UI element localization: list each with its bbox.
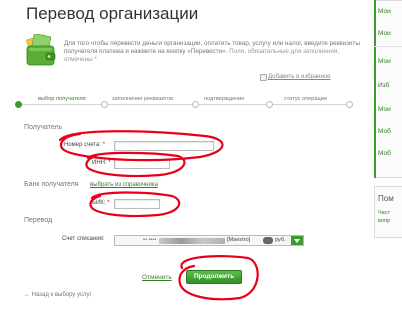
wallet-icon — [26, 34, 56, 66]
redacted-balance — [263, 237, 273, 244]
bik-input[interactable] — [114, 199, 160, 209]
sidebar-link-5[interactable]: Мои — [378, 106, 391, 113]
continue-button[interactable]: Продолжить — [186, 270, 242, 284]
intro-text: Для того чтобы перевести деньги организа… — [64, 40, 364, 64]
blurred-account-number — [159, 238, 225, 244]
step-label-4: статус операции — [284, 96, 327, 102]
required-star: * — [108, 160, 111, 166]
account-number-label-text: Номер счета: — [64, 142, 102, 148]
add-to-favorites-link[interactable]: Добавить в избранное — [268, 74, 330, 80]
main-content: Перевод организации Для того чтобы перев… — [0, 0, 370, 320]
bik-label-text: БИК: — [92, 200, 106, 206]
inn-input[interactable] — [114, 159, 170, 169]
sidebar-link-7[interactable]: Моб — [378, 150, 391, 157]
step-dot-end — [346, 101, 353, 108]
sidebar-link-1[interactable]: Мои — [378, 8, 391, 15]
account-number-label: Номер счета: * — [64, 142, 105, 148]
transfer-section-title: Перевод — [24, 217, 53, 224]
account-number-input[interactable] — [114, 141, 214, 151]
back-to-services-link[interactable]: ← Назад к выбору услуг — [24, 292, 92, 298]
sidebar-accent-bar — [374, 0, 376, 178]
step-label-2: заполнение реквизитов — [112, 96, 174, 102]
progress-line — [18, 104, 350, 105]
step-label-3: подтверждение — [204, 96, 245, 102]
sidebar-link-2[interactable]: Мои — [378, 30, 391, 37]
sidebar-divider — [374, 46, 402, 47]
inn-label-text: ИНН: — [92, 160, 107, 166]
account-mask: •• •••• — [143, 237, 157, 243]
sidebar-link-3[interactable]: Мои — [378, 58, 391, 65]
step-dot-1 — [15, 101, 22, 108]
favorite-icon — [260, 74, 267, 81]
required-star: * — [102, 142, 106, 148]
page-title: Перевод организации — [26, 4, 199, 23]
debit-account-select[interactable]: •• •••• [Maestro] руб. — [114, 235, 304, 246]
chevron-down-icon[interactable] — [291, 236, 303, 245]
right-sidebar: Мои Мои Мои Изб Мои Моб Моб Пом Част воп… — [372, 0, 402, 320]
help-title: Пом — [378, 194, 394, 203]
card-type: [Maestro] — [227, 237, 251, 243]
debit-account-label: Счет списания: — [62, 236, 105, 242]
choose-from-directory-link[interactable]: выбрать из справочника — [90, 182, 158, 188]
required-star: * — [107, 200, 110, 206]
help-line-2[interactable]: вопр — [378, 218, 390, 224]
sidebar-link-4[interactable]: Изб — [378, 82, 389, 89]
inn-label: ИНН: * — [92, 160, 111, 166]
sidebar-link-6[interactable]: Моб — [378, 128, 391, 135]
currency: руб. — [275, 237, 286, 243]
bank-section-title: Банк получателя — [24, 181, 79, 188]
step-dot-2 — [101, 101, 108, 108]
cancel-link[interactable]: Отменить — [142, 274, 172, 281]
bik-label: БИК: * — [92, 200, 109, 206]
step-dot-4 — [266, 101, 273, 108]
help-line-1[interactable]: Част — [378, 210, 390, 216]
recipient-section-title: Получатель — [24, 124, 63, 131]
step-dot-3 — [192, 101, 199, 108]
step-label-1: выбор получателя — [38, 96, 86, 102]
